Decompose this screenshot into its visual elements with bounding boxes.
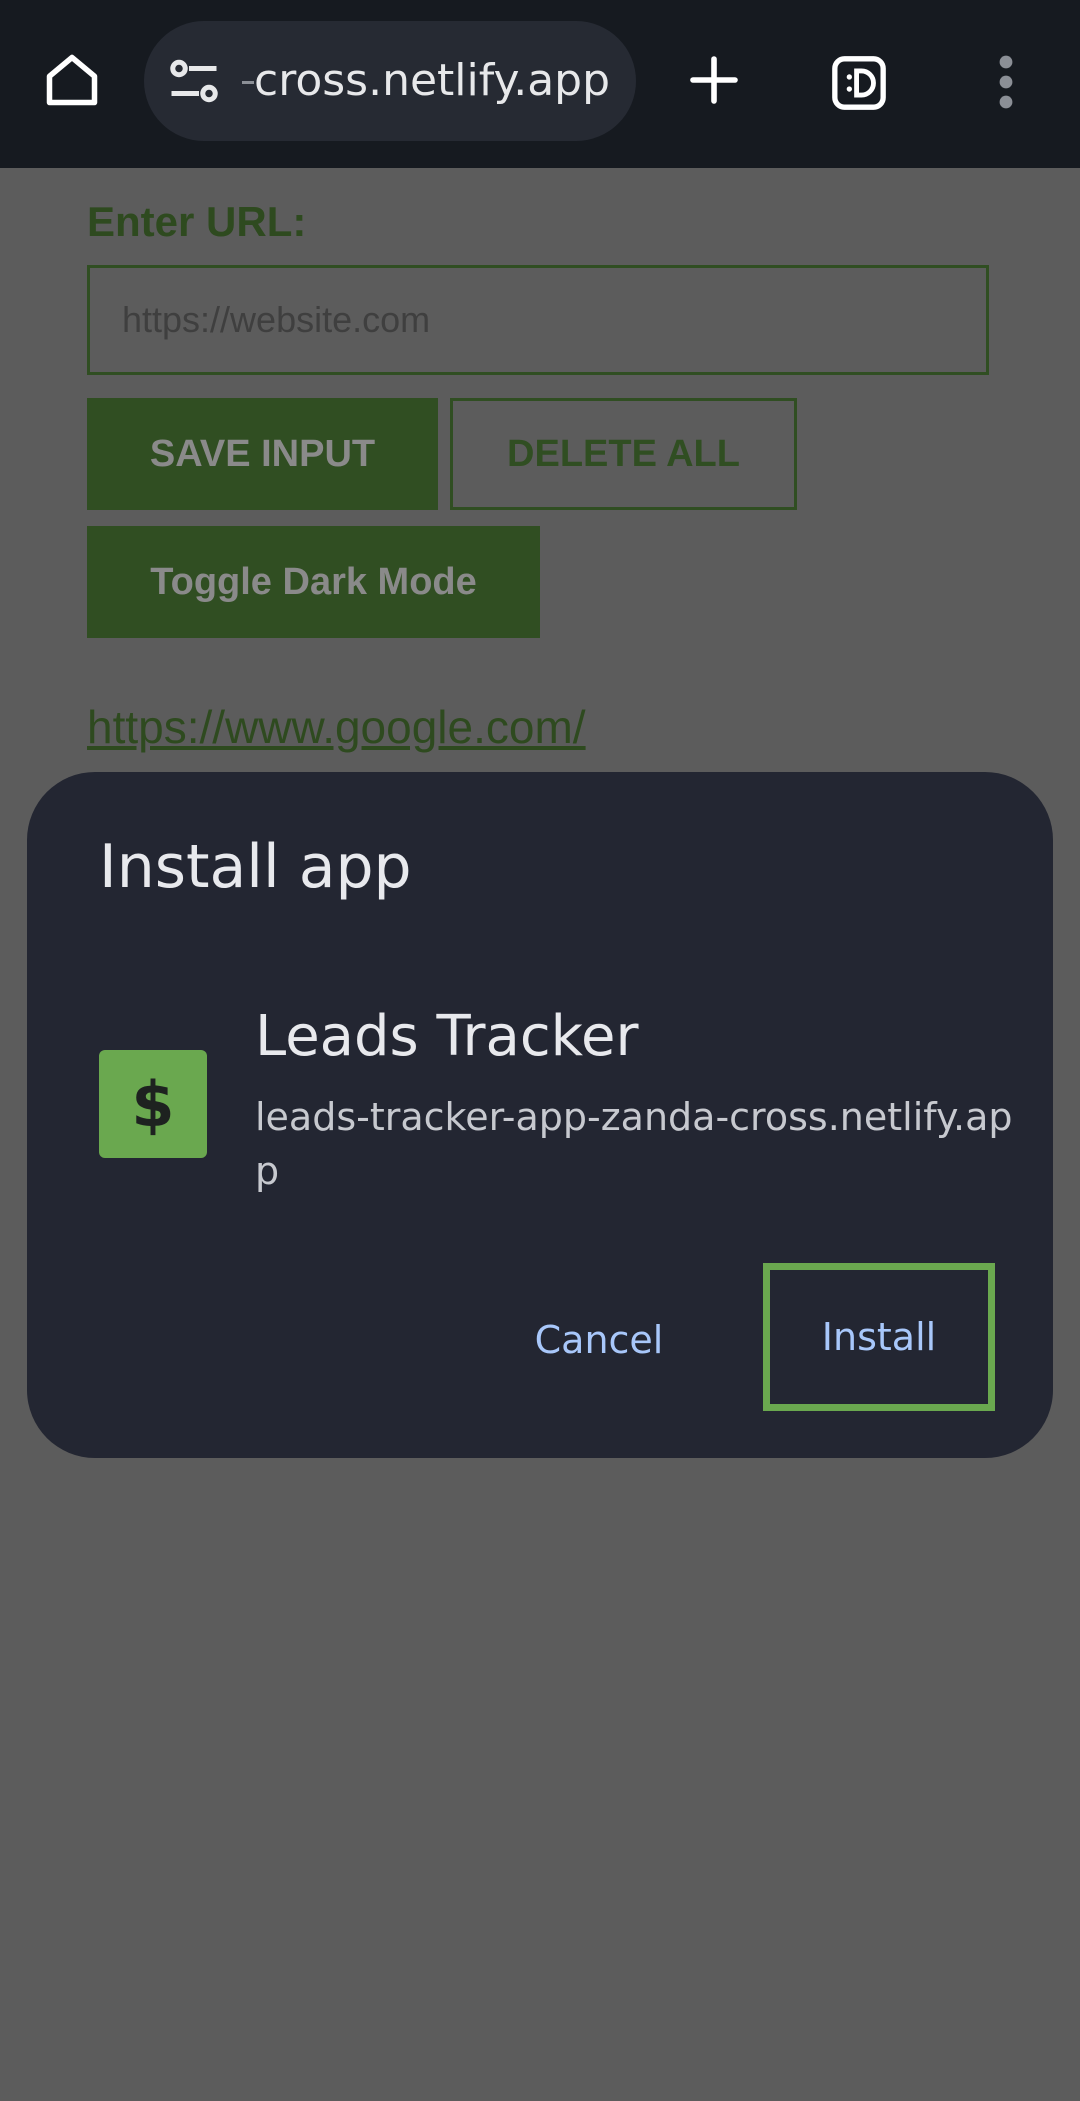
url-input[interactable] — [87, 265, 989, 375]
dialog-title: Install app — [99, 832, 412, 902]
install-button[interactable]: Install — [763, 1263, 995, 1411]
cancel-button[interactable]: Cancel — [499, 1280, 699, 1400]
app-name: Leads Tracker — [255, 1004, 639, 1069]
home-icon[interactable] — [36, 44, 108, 116]
url-label: Enter URL: — [87, 198, 307, 245]
install-app-dialog: Install app $ Leads Tracker leads-tracke… — [27, 772, 1053, 1458]
delete-all-button[interactable]: DELETE ALL — [450, 398, 797, 510]
url-truncation-mark — [242, 81, 254, 84]
overflow-menu-icon[interactable] — [990, 50, 1022, 114]
site-settings-icon[interactable] — [164, 51, 224, 111]
app-icon: $ — [99, 1050, 207, 1158]
toggle-dark-mode-button[interactable]: Toggle Dark Mode — [87, 526, 540, 638]
url-text[interactable]: cross.netlify.app — [254, 51, 610, 111]
dollar-icon: $ — [131, 1067, 175, 1141]
save-input-button[interactable]: SAVE INPUT — [87, 398, 438, 510]
new-tab-icon[interactable] — [680, 46, 748, 114]
address-bar[interactable]: cross.netlify.app — [144, 21, 636, 141]
app-url: leads-tracker-app-zanda-cross.netlify.ap… — [255, 1095, 1013, 1193]
saved-link[interactable]: https://www.google.com/ — [87, 700, 586, 754]
tab-switcher-icon[interactable] — [828, 52, 890, 114]
browser-toolbar: cross.netlify.app — [0, 0, 1080, 168]
